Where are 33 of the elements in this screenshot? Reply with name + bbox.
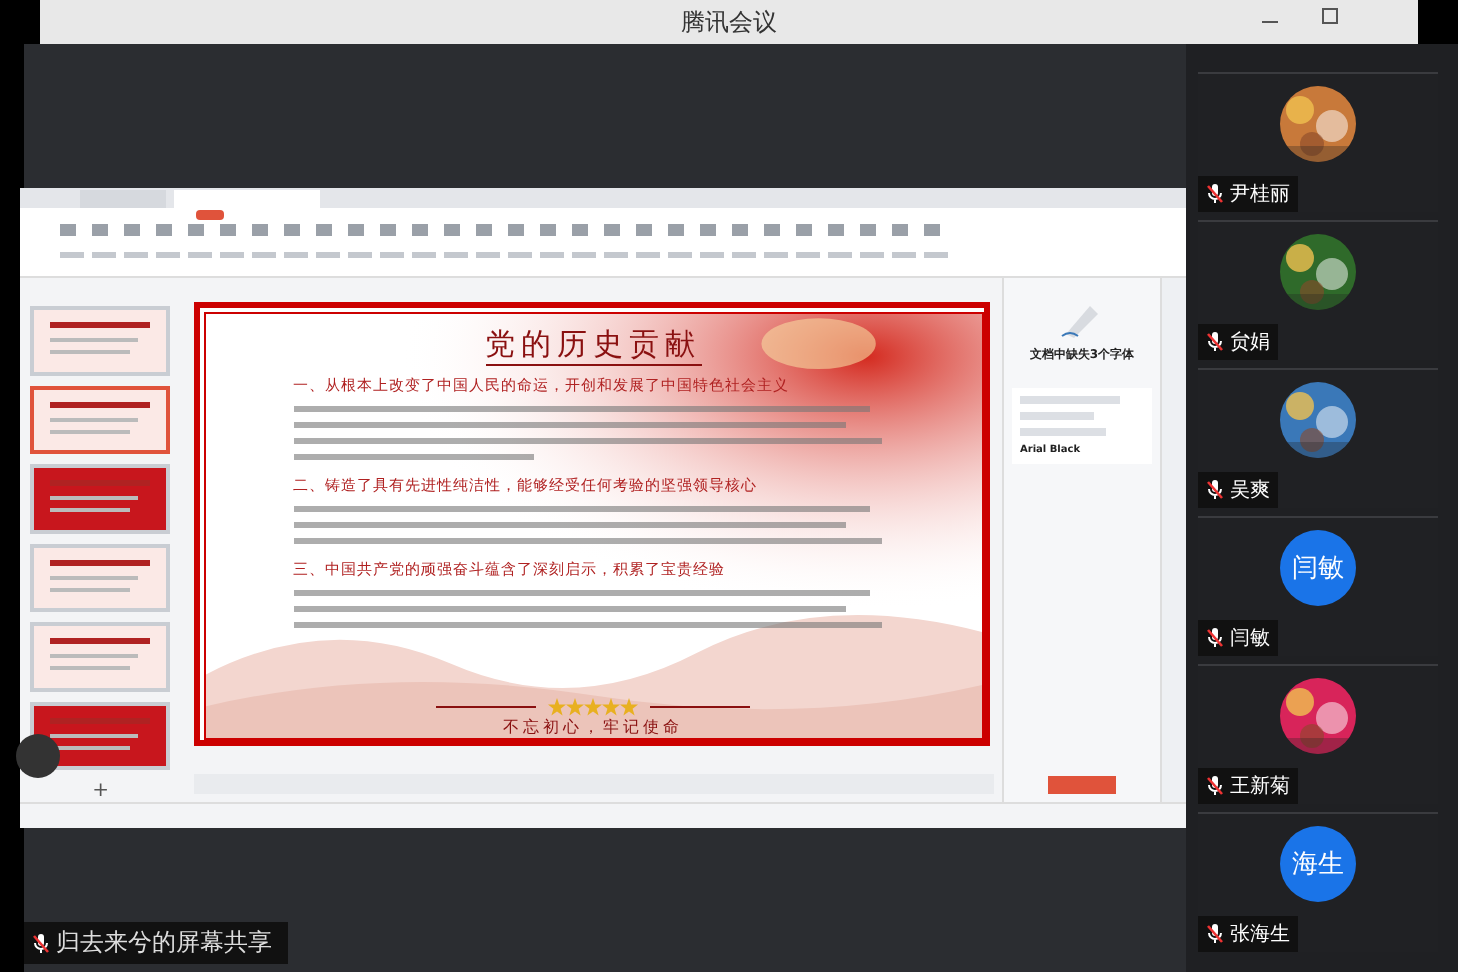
slide-thumbnail[interactable] xyxy=(30,622,171,691)
participant-name: 尹桂丽 xyxy=(1230,181,1290,208)
window-title: 腾讯会议 xyxy=(681,5,777,39)
slide-title: 党的历史贡献 xyxy=(485,326,702,366)
avatar-initials: 海生 xyxy=(1280,826,1356,902)
participant-name: 闫敏 xyxy=(1230,626,1270,652)
participant-name: 吴爽 xyxy=(1230,477,1270,504)
maximize-icon[interactable] xyxy=(1322,8,1338,24)
participant-tile[interactable]: 吴爽 xyxy=(1198,368,1438,508)
participant-name: 贠娟 xyxy=(1230,329,1270,356)
muted-microphone-icon xyxy=(1206,776,1224,796)
muted-microphone-icon xyxy=(32,933,50,953)
muted-microphone-icon xyxy=(1206,184,1224,204)
participant-tile[interactable]: 海生 张海生 xyxy=(1198,812,1438,952)
muted-microphone-icon xyxy=(1206,480,1224,500)
participant-tile[interactable]: 闫敏 闫敏 xyxy=(1198,516,1438,656)
slide-thumbnail[interactable] xyxy=(30,306,171,375)
participant-tile[interactable]: 尹桂丽 xyxy=(1198,72,1438,212)
slide-thumbnail[interactable] xyxy=(30,464,171,533)
slide-thumbnail[interactable] xyxy=(30,385,171,454)
slide-thumbnail[interactable] xyxy=(30,543,171,612)
slide-thumbnail[interactable] xyxy=(30,701,171,770)
participant-tile[interactable]: 贠娟 xyxy=(1198,220,1438,360)
slide-motto: 不忘初心，牢记使命 xyxy=(503,716,684,738)
participant-name: 王新菊 xyxy=(1230,773,1290,800)
participant-name: 张海生 xyxy=(1230,921,1290,948)
avatar-initials: 闫敏 xyxy=(1280,530,1356,606)
muted-microphone-icon xyxy=(1206,924,1224,944)
muted-microphone-icon xyxy=(1206,332,1224,352)
participant-tile[interactable]: 王新菊 xyxy=(1198,664,1438,804)
add-slide-button[interactable]: + xyxy=(92,780,109,802)
muted-microphone-icon xyxy=(1206,628,1224,648)
banner-text: 归去来兮的屏幕共享 xyxy=(56,926,272,960)
